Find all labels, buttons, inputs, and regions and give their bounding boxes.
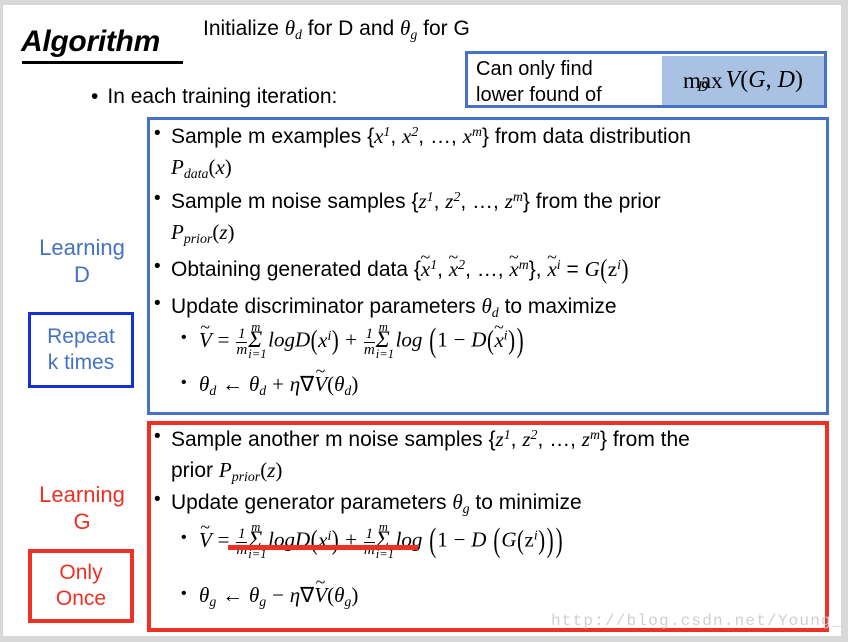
list-item-continuation: Pdata(x) (171, 155, 232, 181)
bullet-glyph: • (154, 426, 161, 447)
list-item-continuation: prior Pprior(z) (171, 458, 283, 484)
learning-g-label-line1: Learning (39, 482, 125, 507)
list-item: • Obtaining generated data {~ x1, ~ x2, …, … (154, 246, 629, 285)
strikethrough-line (228, 545, 418, 550)
callout-line-2: lower found of (476, 84, 602, 106)
repeat-badge: Repeat k times (28, 312, 134, 388)
repeat-line-1: Repeat (47, 325, 115, 348)
page-title: Algorithm (21, 25, 160, 58)
learning-d-label-line2: D (74, 262, 90, 287)
title-underline (22, 61, 183, 64)
bullet-glyph: • (154, 293, 161, 314)
only-once-line-1: Only (59, 561, 103, 584)
callout-text: Can only find lower found of (476, 56, 656, 108)
only-once-badge-text: Only Once (32, 553, 130, 612)
bullet-glyph: • (181, 585, 187, 602)
equation-row: • ~ V = 1 m Σm i=1 logD(xi) + 1 m Σm i=1 log (1 … (181, 516, 563, 561)
equation-row: • θd ← θd + η∇ ~ V(θd) (181, 361, 359, 398)
learning-d-label-line1: Learning (39, 235, 125, 260)
bullet-glyph: • (181, 529, 187, 546)
bullet-glyph: • (154, 123, 161, 144)
initialize-line: Initialize θd for D and θg for G (203, 16, 470, 42)
list-item-continuation: Pprior(z) (171, 220, 235, 246)
list-item: • Sample m noise samples {z1, z2, …, zm} … (154, 188, 661, 214)
callout-line-1: Can only find (476, 58, 593, 80)
callout-g: G (748, 67, 766, 93)
learning-g-label: Learning G (23, 481, 141, 535)
callout-value-function: V (725, 67, 741, 93)
equation-row: • θg ← θg − η∇ ~ V(θg) (181, 572, 359, 609)
callout-paren-open: ( (740, 67, 749, 93)
equation-row: • ~ V = 1 m Σm i=1 logD(xi) + 1 m Σm i=1 log (1 … (181, 316, 524, 361)
iteration-line: • In each training iteration: (91, 85, 337, 109)
callout-paren-close: ) (794, 67, 803, 93)
bullet-glyph: • (91, 85, 99, 108)
only-once-line-2: Once (55, 587, 107, 610)
list-item: • Sample another m noise samples {z1, z2,… (154, 426, 690, 452)
callout-d: D (777, 67, 795, 93)
repeat-badge-text: Repeat k times (31, 315, 131, 376)
bullet-glyph: • (154, 188, 161, 209)
bullet-glyph: • (154, 489, 161, 510)
learning-g-label-line2: G (73, 509, 91, 534)
callout-formula-highlight: max D V(G, D) (662, 56, 824, 105)
callout-box: Can only find lower found of max D V(G, D) (465, 51, 827, 108)
bullet-glyph: • (154, 256, 161, 277)
max-operator: max D (683, 67, 723, 95)
list-item: • Update generator parameters θg to minim… (154, 489, 582, 516)
max-subscript: D (697, 78, 709, 95)
only-once-badge: Only Once (28, 549, 134, 623)
bullet-glyph: • (181, 374, 187, 391)
list-item: • Update discriminator parameters θd to m… (154, 293, 617, 320)
list-item: • Sample m examples {x1, x2, …, xm} from … (154, 123, 691, 149)
iteration-label: In each training iteration: (107, 85, 338, 108)
repeat-line-2: k times (47, 351, 115, 374)
bullet-glyph: • (181, 329, 187, 346)
watermark: http://blog.csdn.net/Young_Gy (551, 612, 848, 630)
slide-root: Algorithm Initialize θd for D and θg for… (0, 0, 848, 642)
callout-comma: , (765, 67, 778, 93)
slide-canvas: Algorithm Initialize θd for D and θg for… (3, 5, 841, 636)
learning-d-label: Learning D (23, 234, 141, 288)
